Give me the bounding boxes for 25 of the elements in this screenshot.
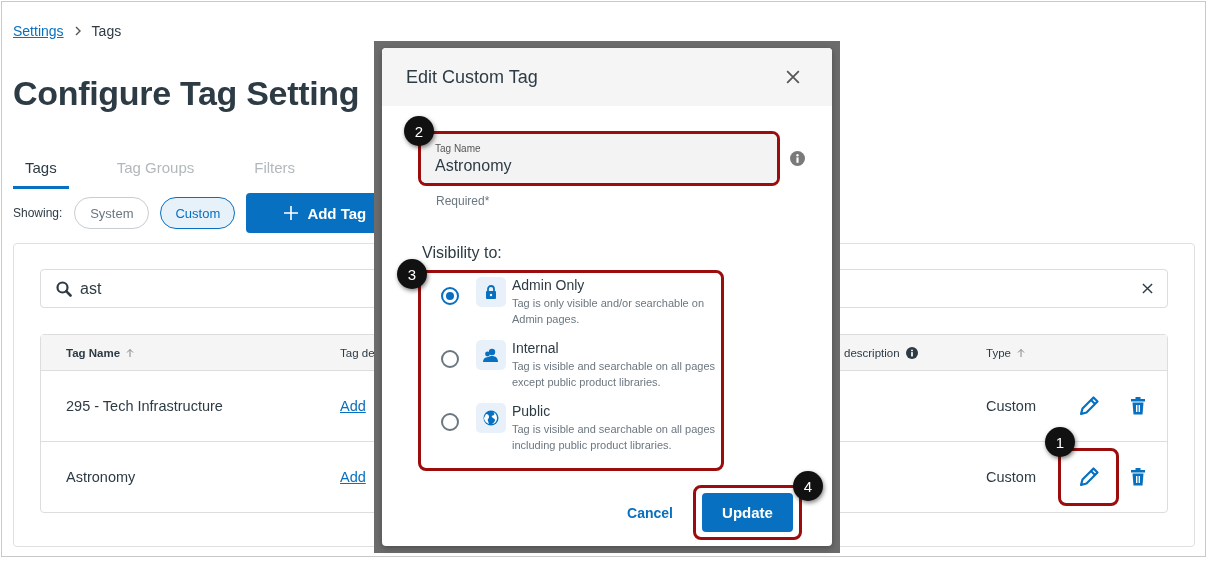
required-hint: Required*	[436, 194, 490, 208]
option-description: Tag is visible and searchable on all pages including public product libraries.	[512, 422, 717, 453]
option-title: Admin Only	[512, 277, 586, 293]
step-number-badge: 2	[404, 116, 434, 146]
option-description: Tag is visible and searchable on all pages except public product libraries.	[512, 359, 717, 390]
column-header: description	[844, 346, 900, 359]
field-label: Tag Name	[435, 142, 482, 154]
page-title: Configure Tag Setting	[13, 73, 360, 114]
table-cell-text: Custom	[986, 398, 1037, 414]
table-cell-text: Astronomy	[66, 469, 137, 485]
column-header: Tag de	[340, 346, 375, 359]
option-title: Internal	[512, 340, 560, 356]
filter-label: Showing:	[13, 206, 63, 220]
step-number-badge: 4	[793, 471, 823, 501]
table-cell-text: Custom	[986, 469, 1037, 485]
table-cell-text: 295 - Tech Infrastructure	[66, 398, 224, 414]
column-header: Tag Name	[66, 346, 121, 359]
dialog-title: Edit Custom Tag	[406, 66, 538, 88]
option-title: Public	[512, 403, 552, 419]
step-number-badge: 3	[397, 259, 427, 289]
option-description: Tag is only visible and/or searchable on Admin pages.	[512, 296, 705, 327]
step-number-badge: 1	[1045, 427, 1075, 457]
visibility-label: Visibility to:	[422, 244, 502, 262]
breadcrumb-current: Tags	[91, 23, 122, 39]
column-header: Type	[986, 346, 1011, 359]
